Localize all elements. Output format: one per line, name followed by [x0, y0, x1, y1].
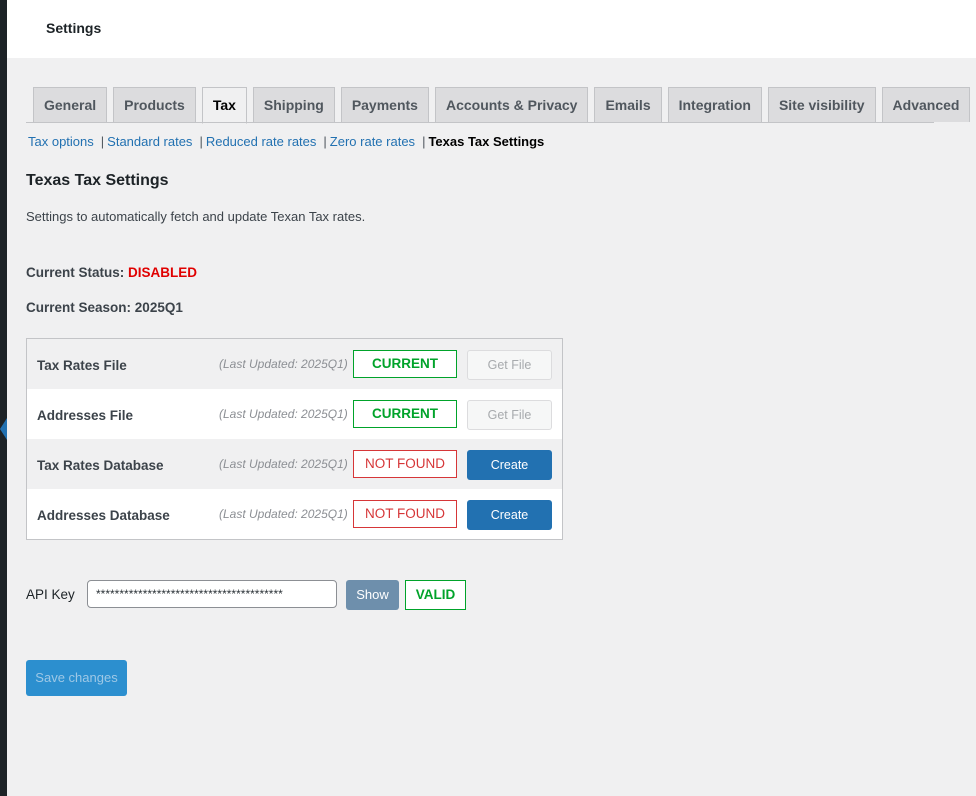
tab-products[interactable]: Products: [113, 87, 196, 122]
tab-payments[interactable]: Payments: [340, 87, 429, 122]
admin-sidebar-strip: [0, 0, 7, 796]
tab-shipping[interactable]: Shipping: [252, 87, 335, 122]
subnav-texas-tax-settings: Texas Tax Settings: [428, 134, 545, 149]
api-key-valid-badge: VALID: [405, 580, 466, 610]
top-header: Settings: [7, 0, 976, 58]
row-label: Tax Rates Database: [37, 458, 164, 473]
tab-general[interactable]: General: [33, 87, 108, 122]
get-file-button[interactable]: Get File: [467, 350, 552, 380]
tabs-divider: [26, 122, 934, 123]
row-last-updated: (Last Updated: 2025Q1): [219, 507, 348, 521]
current-status: Current Status: DISABLED: [26, 265, 197, 280]
status-badge: CURRENT: [353, 400, 457, 428]
row-label: Addresses File: [37, 408, 134, 423]
save-changes-button[interactable]: Save changes: [26, 660, 127, 696]
row-label: Addresses Database: [37, 508, 170, 523]
table-row: Addresses File (Last Updated: 2025Q1) CU…: [27, 389, 562, 439]
subnav-tax-options[interactable]: Tax options: [28, 134, 94, 149]
status-label: Current Status:: [26, 265, 125, 280]
status-badge: NOT FOUND: [353, 500, 457, 528]
row-last-updated: (Last Updated: 2025Q1): [219, 357, 348, 371]
create-button[interactable]: Create: [467, 500, 552, 530]
table-row: Tax Rates File (Last Updated: 2025Q1) CU…: [27, 339, 562, 389]
status-badge: NOT FOUND: [353, 450, 457, 478]
get-file-button[interactable]: Get File: [467, 400, 552, 430]
subnav-separator: |: [323, 134, 327, 149]
tab-emails[interactable]: Emails: [594, 87, 662, 122]
tab-site-visibility[interactable]: Site visibility: [767, 87, 876, 122]
season-label: Current Season:: [26, 300, 132, 315]
row-last-updated: (Last Updated: 2025Q1): [219, 407, 348, 421]
tax-files-table: Tax Rates File (Last Updated: 2025Q1) CU…: [26, 338, 563, 540]
status-value: DISABLED: [128, 265, 198, 280]
row-label: Tax Rates File: [37, 358, 127, 373]
tab-tax[interactable]: Tax: [201, 87, 247, 124]
show-api-key-button[interactable]: Show: [346, 580, 399, 610]
subnav-reduced-rate-rates[interactable]: Reduced rate rates: [206, 134, 317, 149]
tab-accounts-privacy[interactable]: Accounts & Privacy: [434, 87, 589, 122]
row-last-updated: (Last Updated: 2025Q1): [219, 457, 348, 471]
tab-integration[interactable]: Integration: [667, 87, 762, 122]
current-season: Current Season: 2025Q1: [26, 300, 183, 315]
subnav-separator: |: [199, 134, 203, 149]
tax-subnav: Tax options | Standard rates | Reduced rate …: [28, 134, 544, 149]
create-button[interactable]: Create: [467, 450, 552, 480]
api-key-label: API Key: [26, 587, 75, 602]
subnav-separator: |: [422, 134, 426, 149]
table-row: Addresses Database (Last Updated: 2025Q1…: [27, 489, 562, 539]
season-value: 2025Q1: [134, 300, 183, 315]
settings-tabs: General Products Tax Shipping Payments A…: [33, 87, 976, 124]
section-title: Texas Tax Settings: [26, 172, 169, 189]
subnav-separator: |: [100, 134, 105, 149]
collapse-arrow-icon[interactable]: [0, 418, 7, 440]
subnav-zero-rate-rates[interactable]: Zero rate rates: [330, 134, 415, 149]
tab-advanced[interactable]: Advanced: [881, 87, 971, 122]
page-title: Settings: [46, 20, 102, 36]
subnav-standard-rates[interactable]: Standard rates: [107, 134, 192, 149]
section-description: Settings to automatically fetch and upda…: [26, 209, 366, 224]
api-key-input[interactable]: [87, 580, 337, 608]
table-row: Tax Rates Database (Last Updated: 2025Q1…: [27, 439, 562, 489]
status-badge: CURRENT: [353, 350, 457, 378]
